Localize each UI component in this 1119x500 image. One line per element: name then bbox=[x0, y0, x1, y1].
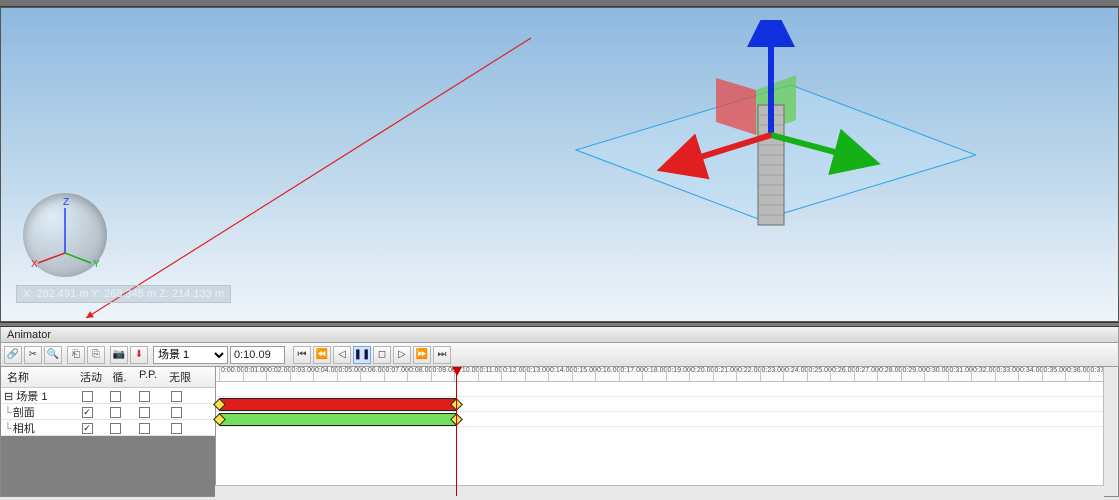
col-infinite: 无限 bbox=[164, 369, 196, 385]
ruler-tick: 0:31.00 bbox=[948, 367, 973, 381]
checkbox-loop[interactable] bbox=[110, 423, 121, 434]
ruler-tick: 0:15.00 bbox=[572, 367, 597, 381]
axis-label-z: Z bbox=[63, 197, 69, 208]
checkbox-infinite[interactable] bbox=[171, 391, 182, 402]
ruler-tick: 0:24.00 bbox=[783, 367, 808, 381]
scrollbar-vertical[interactable] bbox=[1103, 367, 1118, 496]
ruler-tick: 0:07.00 bbox=[384, 367, 409, 381]
timeline-clip[interactable] bbox=[219, 398, 456, 411]
viewport-3d[interactable]: Z X Y X: 282.491 m Y: 268.345 m Z: 214.1… bbox=[0, 7, 1119, 322]
scrollbar-horizontal[interactable] bbox=[215, 485, 1104, 500]
tool-frame-next-icon[interactable]: ⎘ bbox=[87, 346, 105, 364]
checkbox-pp[interactable] bbox=[139, 407, 150, 418]
checkbox-pp[interactable] bbox=[139, 423, 150, 434]
checkbox-active[interactable]: ✓ bbox=[82, 423, 93, 434]
timecode-field[interactable]: 0:10.09 bbox=[230, 346, 285, 364]
ruler-tick: 0:21.00 bbox=[713, 367, 738, 381]
ruler-tick: 0:13.00 bbox=[525, 367, 550, 381]
transport-last-icon[interactable]: ⏭ bbox=[433, 346, 451, 364]
ruler-tick: 0:18.00 bbox=[642, 367, 667, 381]
ruler-tick: 0:06.00 bbox=[360, 367, 385, 381]
ruler-tick: 0:35.00 bbox=[1042, 367, 1067, 381]
tool-cut-icon[interactable]: ✂ bbox=[24, 346, 42, 364]
tool-snapshot-icon[interactable]: 📷 bbox=[110, 346, 128, 364]
axis-label-y: Y bbox=[93, 259, 100, 270]
transport-step-back-icon[interactable]: ◁ bbox=[333, 346, 351, 364]
transport-forward-icon[interactable]: ⏩ bbox=[413, 346, 431, 364]
checkbox-loop[interactable] bbox=[110, 407, 121, 418]
scene-gizmo bbox=[556, 20, 976, 320]
coords-readout: X: 282.491 m Y: 268.345 m Z: 214.133 m bbox=[16, 285, 231, 303]
tree-row-name[interactable]: 相机 bbox=[1, 420, 71, 436]
ruler-tick: 0:12.00 bbox=[501, 367, 526, 381]
tree-row[interactable]: ⊟ 场景 1 bbox=[1, 388, 215, 404]
ruler-tick: 0:33.00 bbox=[995, 367, 1020, 381]
ruler-tick: 0:17.00 bbox=[619, 367, 644, 381]
timeline-clip[interactable] bbox=[219, 413, 456, 426]
ruler-tick: 0:36.00 bbox=[1065, 367, 1090, 381]
axis-label-x: X bbox=[31, 259, 38, 270]
ruler-tick: 0:22.00 bbox=[736, 367, 761, 381]
col-active: 活动 bbox=[75, 369, 107, 385]
ruler-tick: 0:20.00 bbox=[689, 367, 714, 381]
checkbox-pp[interactable] bbox=[139, 391, 150, 402]
ruler-tick: 0:10.00 bbox=[454, 367, 479, 381]
track-row-scene[interactable] bbox=[216, 382, 1103, 397]
col-pp: P.P. bbox=[132, 369, 164, 385]
scene-select[interactable]: 场景 1 bbox=[153, 346, 228, 364]
ruler-tick: 0:03.00 bbox=[290, 367, 315, 381]
ruler-tick: 0:30.00 bbox=[924, 367, 949, 381]
animator-lower: 名称 活动 循. P.P. 无限 ⊟ 场景 1剖面✓相机✓ 0:00.000:0… bbox=[0, 367, 1119, 497]
ruler-tick: 0:34.00 bbox=[1018, 367, 1043, 381]
checkbox-loop[interactable] bbox=[110, 391, 121, 402]
animator-panel-title: Animator bbox=[0, 327, 1119, 343]
ruler-tick: 0:16.00 bbox=[595, 367, 620, 381]
tool-link-icon[interactable]: 🔗 bbox=[4, 346, 22, 364]
ruler-tick: 0:32.00 bbox=[971, 367, 996, 381]
tree-row[interactable]: 剖面 ✓ bbox=[1, 404, 215, 420]
ruler-tick: 0:37.00 bbox=[1089, 367, 1104, 381]
ruler-tick: 0:14.00 bbox=[548, 367, 573, 381]
ruler-tick: 0:23.00 bbox=[760, 367, 785, 381]
ruler-tick: 0:25.00 bbox=[807, 367, 832, 381]
checkbox-infinite[interactable] bbox=[171, 423, 182, 434]
transport-first-icon[interactable]: ⏮ bbox=[293, 346, 311, 364]
timeline[interactable]: 0:00.000:01.000:02.000:03.000:04.000:05.… bbox=[216, 367, 1103, 496]
ruler-tick: 0:04.00 bbox=[313, 367, 338, 381]
ruler-tick: 0:00.00 bbox=[219, 367, 244, 381]
col-loop: 循. bbox=[107, 369, 132, 385]
window-titlebar bbox=[0, 0, 1119, 7]
col-name: 名称 bbox=[5, 369, 75, 385]
ruler-tick: 0:28.00 bbox=[877, 367, 902, 381]
ruler-tick: 0:09.00 bbox=[431, 367, 456, 381]
tool-export-icon[interactable]: ⬇ bbox=[130, 346, 148, 364]
ruler-tick: 0:29.00 bbox=[901, 367, 926, 381]
scene-tree: 名称 活动 循. P.P. 无限 ⊟ 场景 1剖面 ✓ 相机 ✓ bbox=[1, 367, 216, 496]
tool-frame-prev-icon[interactable]: ⎗ bbox=[67, 346, 85, 364]
transport-stop-icon[interactable]: ◻ bbox=[373, 346, 391, 364]
transport-rewind-icon[interactable]: ⏪ bbox=[313, 346, 331, 364]
ruler-tick: 0:01.00 bbox=[243, 367, 268, 381]
checkbox-infinite[interactable] bbox=[171, 407, 182, 418]
ruler-tick: 0:27.00 bbox=[854, 367, 879, 381]
ruler-tick: 0:11.00 bbox=[478, 367, 503, 381]
tree-row-name[interactable]: ⊟ 场景 1 bbox=[1, 388, 71, 404]
transport-pause-icon[interactable]: ❚❚ bbox=[353, 346, 371, 364]
ruler-tick: 0:02.00 bbox=[266, 367, 291, 381]
checkbox-active[interactable]: ✓ bbox=[82, 407, 93, 418]
tree-row-name[interactable]: 剖面 bbox=[1, 404, 71, 420]
ruler-tick: 0:19.00 bbox=[666, 367, 691, 381]
axis-indicator[interactable]: Z X Y bbox=[23, 193, 107, 277]
tool-zoom-icon[interactable]: 🔍 bbox=[44, 346, 62, 364]
ruler-tick: 0:26.00 bbox=[830, 367, 855, 381]
ruler-tick: 0:08.00 bbox=[407, 367, 432, 381]
timeline-ruler[interactable]: 0:00.000:01.000:02.000:03.000:04.000:05.… bbox=[216, 367, 1103, 382]
transport-play-icon[interactable]: ▷ bbox=[393, 346, 411, 364]
tree-header: 名称 活动 循. P.P. 无限 bbox=[1, 367, 215, 388]
animator-toolbar: 🔗 ✂ 🔍 ⎗ ⎘ 📷 ⬇ 场景 1 0:10.09 ⏮ ⏪ ◁ ❚❚ ◻ ▷ … bbox=[0, 343, 1119, 367]
checkbox-active[interactable] bbox=[82, 391, 93, 402]
tree-row[interactable]: 相机 ✓ bbox=[1, 420, 215, 436]
timeline-tracks[interactable] bbox=[216, 382, 1103, 496]
ruler-tick: 0:05.00 bbox=[337, 367, 362, 381]
